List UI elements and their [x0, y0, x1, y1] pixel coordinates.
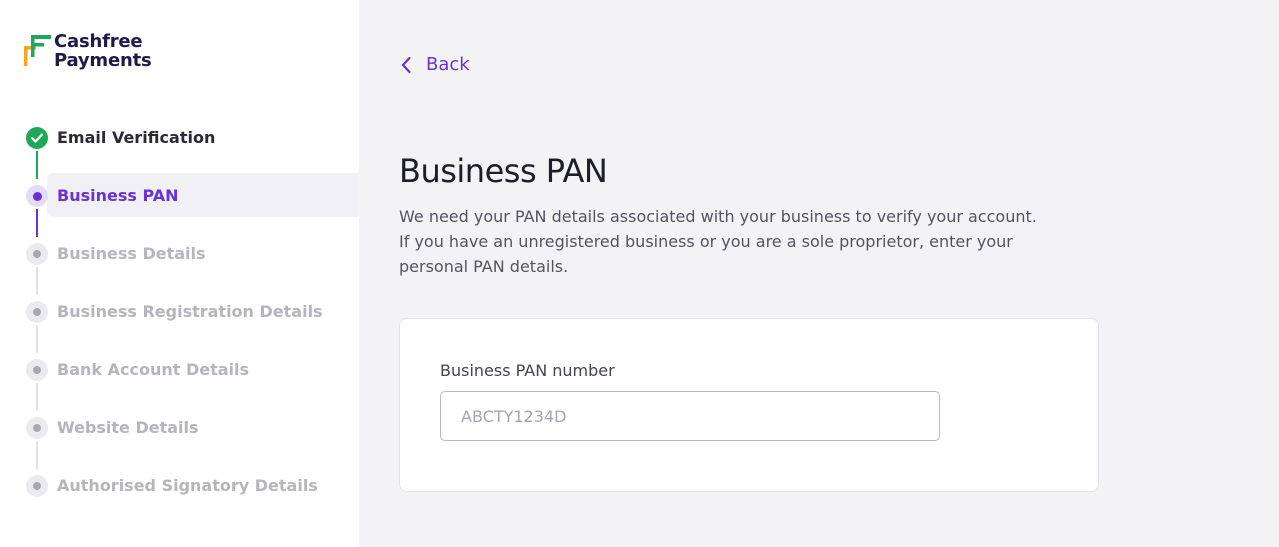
step-bank-account-details[interactable]: Bank Account Details [0, 340, 359, 411]
step-website-details[interactable]: Website Details [0, 398, 359, 469]
sidebar: Cashfree Payments Email Verification Bus… [0, 0, 359, 547]
pending-step-dot-icon [26, 243, 48, 265]
brand-line-1: Cashfree [54, 31, 143, 52]
cashfree-logo-icon [24, 32, 52, 68]
step-label: Authorised Signatory Details [57, 476, 318, 495]
pending-step-dot-icon [26, 417, 48, 439]
brand-line-2: Payments [54, 50, 152, 71]
back-label: Back [426, 54, 470, 75]
step-email-verification[interactable]: Email Verification [0, 108, 359, 179]
step-label: Business Details [57, 244, 206, 263]
check-circle-icon [26, 127, 48, 149]
pan-field-label: Business PAN number [440, 361, 615, 380]
step-label: Website Details [57, 418, 199, 437]
step-label: Bank Account Details [57, 360, 250, 379]
page-description: We need your PAN details associated with… [399, 207, 1037, 276]
step-label: Business Registration Details [57, 302, 323, 321]
pending-step-dot-icon [26, 475, 48, 497]
pan-number-input[interactable] [440, 391, 940, 441]
brand-name: Cashfree Payments [54, 32, 152, 70]
page-title: Business PAN [399, 152, 608, 190]
step-business-details[interactable]: Business Details [0, 224, 359, 295]
step-authorised-signatory-details[interactable]: Authorised Signatory Details [0, 456, 359, 514]
onboarding-steps: Email Verification Business PAN Business… [0, 108, 359, 514]
step-label: Business PAN [57, 186, 179, 205]
pending-step-dot-icon [26, 301, 48, 323]
step-label: Email Verification [57, 128, 216, 147]
pending-step-dot-icon [26, 359, 48, 381]
active-step-dot-icon [26, 185, 48, 207]
back-button[interactable]: Back [400, 54, 470, 75]
chevron-left-icon [401, 56, 411, 73]
step-business-registration-details[interactable]: Business Registration Details [0, 282, 359, 353]
pan-form-card: Business PAN number [399, 318, 1099, 492]
step-business-pan[interactable]: Business PAN [0, 166, 359, 237]
cashfree-logo[interactable]: Cashfree Payments [24, 32, 152, 70]
